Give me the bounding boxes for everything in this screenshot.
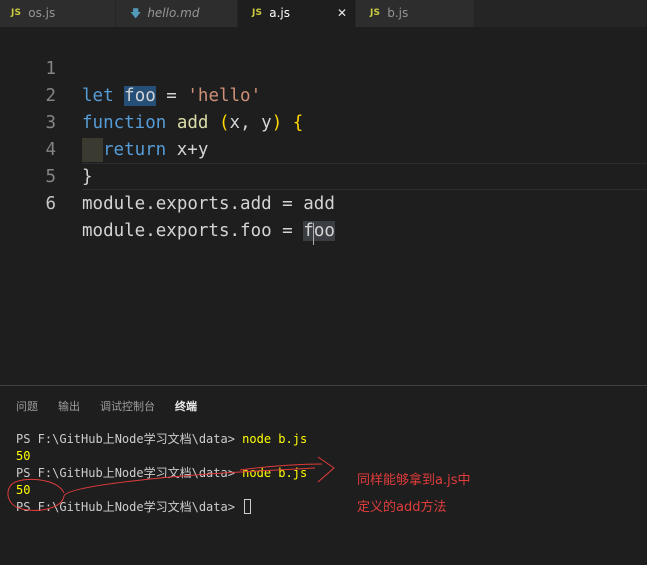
annotation-arrow xyxy=(7,456,335,511)
annotation-text-2: 定义的add方法 xyxy=(357,500,447,515)
vscode-window: JS os.js 🡇 hello.md JS a.js ✕ JS b.js 1 … xyxy=(0,0,647,565)
annotation-text-1: 同样能够拿到a.js中 xyxy=(357,473,471,488)
